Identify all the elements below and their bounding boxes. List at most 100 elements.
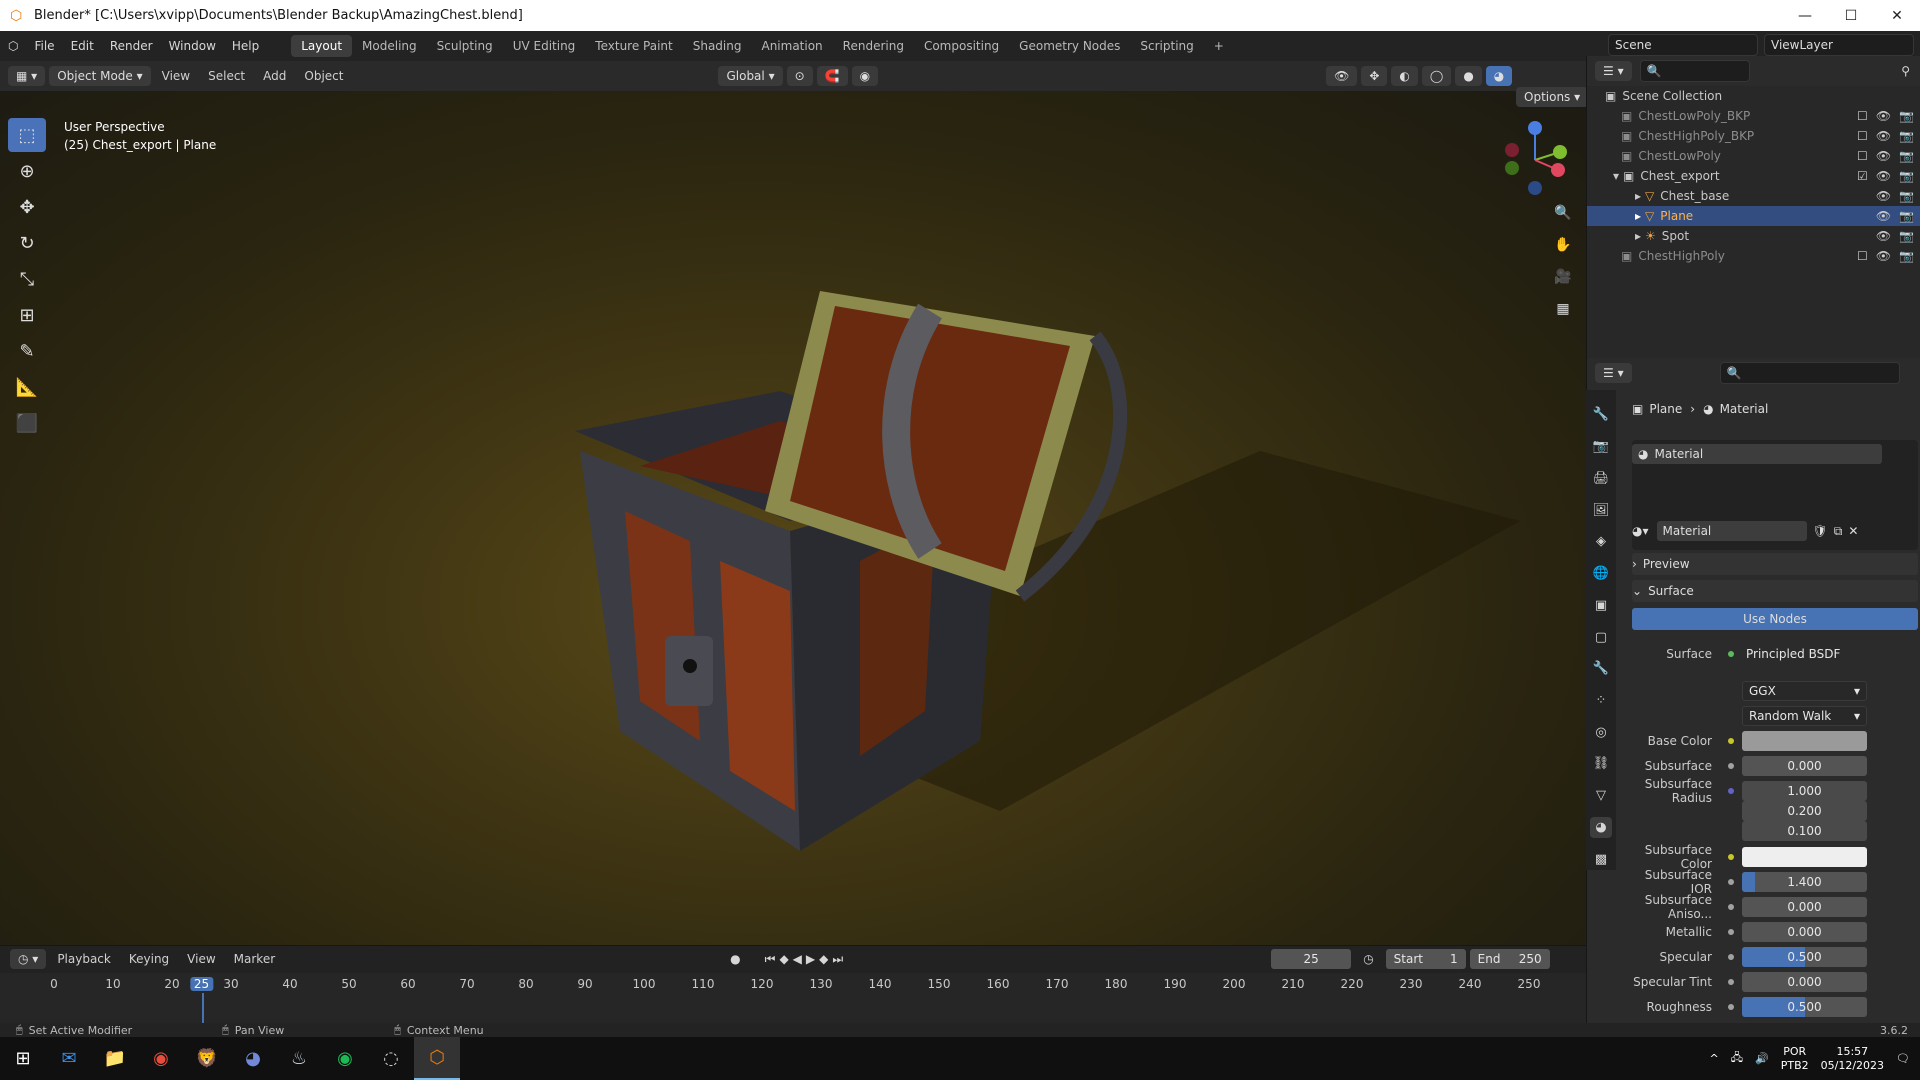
surface-shader-field[interactable]: Principled BSDF: [1742, 644, 1867, 664]
axis-y-icon[interactable]: [1553, 145, 1567, 159]
prev-keyframe-icon[interactable]: ◆: [779, 952, 788, 966]
subsurface-ior-field[interactable]: 1.400: [1742, 872, 1867, 892]
autokey-record-icon[interactable]: ●: [730, 952, 740, 966]
workspace-tab-scripting[interactable]: Scripting: [1130, 35, 1203, 57]
exclude-checkbox[interactable]: ☐: [1857, 109, 1868, 123]
discord-icon[interactable]: ◕: [230, 1037, 276, 1080]
eye-icon[interactable]: 👁: [1876, 149, 1891, 163]
outliner-item-chesthighpoly[interactable]: ▣ ChestHighPoly ☐ 👁 📷: [1587, 246, 1920, 266]
camera-icon[interactable]: 📷: [1899, 169, 1914, 183]
physics-tab-icon[interactable]: ◎: [1590, 721, 1612, 743]
ortho-grid-icon[interactable]: ▦: [1550, 296, 1576, 322]
outliner-search-input[interactable]: 🔍: [1639, 60, 1750, 82]
workspace-tab-compositing[interactable]: Compositing: [914, 35, 1009, 57]
use-nodes-button[interactable]: Use Nodes: [1632, 608, 1918, 630]
workspace-tab-sculpting[interactable]: Sculpting: [427, 35, 503, 57]
jump-end-icon[interactable]: ⏭: [832, 952, 843, 967]
subsurface-radius-y-field[interactable]: 0.200: [1742, 801, 1867, 821]
volume-icon[interactable]: 🔊: [1755, 1052, 1769, 1065]
specular-tint-field[interactable]: 0.000: [1742, 972, 1867, 992]
steam-icon[interactable]: ♨: [276, 1037, 322, 1080]
duplicate-material-icon[interactable]: ⧉: [1834, 524, 1843, 539]
modifier-tab-icon[interactable]: 🔧: [1590, 658, 1612, 680]
mail-icon[interactable]: ✉: [46, 1037, 92, 1080]
outliner-item-chestlowpoly-bkp[interactable]: ▣ ChestLowPoly_BKP ☐ 👁 📷: [1587, 106, 1920, 126]
outliner-item-plane[interactable]: ▸ ▽ Plane 👁 📷: [1587, 206, 1920, 226]
play-icon[interactable]: ▶: [806, 952, 815, 966]
collection-tab-icon[interactable]: ▣: [1590, 594, 1612, 616]
rotate-icon[interactable]: ↻: [8, 226, 46, 260]
shading-material-icon[interactable]: ◕: [1485, 66, 1513, 86]
data-tab-icon[interactable]: ▽: [1590, 785, 1612, 807]
workspace-tab-modeling[interactable]: Modeling: [352, 35, 427, 57]
properties-search-input[interactable]: 🔍: [1719, 362, 1900, 384]
eye-icon[interactable]: 👁: [1876, 189, 1891, 203]
subsurface-radius-x-field[interactable]: 1.000: [1742, 781, 1867, 801]
next-keyframe-icon[interactable]: ◆: [819, 952, 828, 966]
eye-icon[interactable]: 👁: [1876, 209, 1891, 223]
transform-icon[interactable]: ⊞: [8, 298, 46, 332]
outliner-scene-collection[interactable]: ▣ Scene Collection: [1587, 86, 1920, 106]
measure-icon[interactable]: 📐: [8, 370, 46, 404]
language-indicator[interactable]: POR PTB2: [1781, 1045, 1809, 1073]
pivot-icon[interactable]: ⊙: [786, 66, 813, 86]
constraints-tab-icon[interactable]: ⛓: [1590, 753, 1612, 775]
world-tab-icon[interactable]: 🌐: [1590, 563, 1612, 585]
timeline-menu-playback[interactable]: Playback: [50, 952, 118, 966]
viewport-menu-add[interactable]: Add: [256, 69, 293, 83]
expand-arrow-icon[interactable]: ▸: [1635, 209, 1641, 223]
timeline-menu-keying[interactable]: Keying: [122, 952, 176, 966]
unlink-material-icon[interactable]: ✕: [1848, 524, 1858, 538]
select-box-icon[interactable]: ⬚: [8, 118, 46, 152]
menu-help[interactable]: Help: [224, 39, 267, 53]
specular-field[interactable]: 0.500: [1742, 947, 1867, 967]
camera-icon[interactable]: 📷: [1899, 149, 1914, 163]
app-icon[interactable]: ◌: [368, 1037, 414, 1080]
camera-icon[interactable]: 📷: [1899, 129, 1914, 143]
windows-start-icon[interactable]: ⊞: [0, 1037, 46, 1080]
camera-icon[interactable]: 📷: [1899, 229, 1914, 243]
subsurface-method-dropdown[interactable]: Random Walk ▾: [1742, 706, 1867, 726]
viewport-menu-view[interactable]: View: [155, 69, 197, 83]
view-layer-tab-icon[interactable]: 🖼: [1590, 499, 1612, 521]
end-frame-field[interactable]: End 250: [1469, 949, 1550, 969]
timeline-menu-view[interactable]: View: [180, 952, 222, 966]
workspace-tab-shading[interactable]: Shading: [683, 35, 752, 57]
eye-icon[interactable]: 👁: [1876, 129, 1891, 143]
brave-icon[interactable]: 🦁: [184, 1037, 230, 1080]
options-dropdown[interactable]: Options ▾: [1516, 87, 1589, 107]
blender-menu-icon[interactable]: ⬡: [0, 39, 26, 53]
particles-tab-icon[interactable]: ⁘: [1590, 690, 1612, 712]
editor-type-button[interactable]: ▦ ▾: [8, 66, 46, 86]
playhead[interactable]: [201, 993, 204, 1023]
axis-x-icon[interactable]: [1551, 163, 1565, 177]
menu-file[interactable]: File: [26, 39, 62, 53]
workspace-tab-uv-editing[interactable]: UV Editing: [503, 35, 586, 57]
outliner-item-spot[interactable]: ▸ ☀ Spot 👁 📷: [1587, 226, 1920, 246]
add-workspace-icon[interactable]: +: [1204, 35, 1234, 57]
texture-tab-icon[interactable]: ▩: [1590, 848, 1612, 870]
axis-z-icon[interactable]: [1528, 121, 1542, 135]
expand-arrow-icon[interactable]: ▸: [1635, 229, 1641, 243]
axis-neg-x-icon[interactable]: [1505, 143, 1519, 157]
eye-icon[interactable]: 👁: [1876, 109, 1891, 123]
camera-icon[interactable]: 📷: [1899, 209, 1914, 223]
outliner-editor-type[interactable]: ☰ ▾: [1595, 61, 1632, 81]
workspace-tab-geometry-nodes[interactable]: Geometry Nodes: [1009, 35, 1130, 57]
notifications-icon[interactable]: 🗨: [1896, 1052, 1910, 1065]
blender-taskbar-icon[interactable]: ⬡: [414, 1037, 460, 1080]
shading-wireframe-icon[interactable]: ◯: [1421, 66, 1452, 86]
scene-selector[interactable]: Scene: [1608, 34, 1758, 56]
jump-start-icon[interactable]: ⏮: [765, 952, 776, 967]
viewport-menu-select[interactable]: Select: [201, 69, 252, 83]
shading-solid-icon[interactable]: ●: [1455, 66, 1482, 86]
subsurface-anisotropy-field[interactable]: 0.000: [1742, 897, 1867, 917]
expand-arrow-icon[interactable]: ▾: [1613, 169, 1619, 183]
object-tab-icon[interactable]: ▢: [1590, 626, 1612, 648]
preview-section-header[interactable]: › Preview: [1632, 553, 1918, 575]
outliner-item-chest-export[interactable]: ▾ ▣ Chest_export ☑ 👁 📷: [1587, 166, 1920, 186]
maximize-button[interactable]: ☐: [1828, 0, 1874, 31]
filter-icon[interactable]: ⚲: [1901, 64, 1920, 78]
subsurface-radius-z-field[interactable]: 0.100: [1742, 821, 1867, 841]
minimize-button[interactable]: —: [1782, 0, 1828, 31]
